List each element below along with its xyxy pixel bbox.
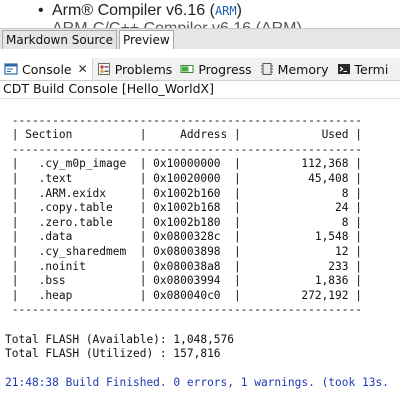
console-output[interactable]: ----------------------------------------… <box>0 99 400 406</box>
table-header: | Section | Address | Used | <box>5 128 362 142</box>
panel-divider <box>0 49 400 58</box>
table-row: | .copy.table | 0x1002b168 | 24 | <box>5 201 362 215</box>
problems-icon <box>97 62 111 76</box>
compiler-text-end: ) <box>236 2 242 19</box>
markdown-preview-area: • Arm® Compiler v6.16 (ARM) ARM-C/C++ Com… <box>0 0 400 28</box>
tab-memory-label: Memory <box>277 61 329 77</box>
flash-available-line: Total FLASH (Available): 1,048,576 <box>5 332 235 346</box>
close-icon[interactable]: ✕ <box>78 62 88 76</box>
flash-utilized-line: Total FLASH (Utilized) : 157,816 <box>5 347 221 361</box>
progress-icon <box>180 62 194 76</box>
partial-list-text: ARM-C/C++ Compiler v6.16 (ARM) <box>52 20 302 28</box>
tab-markdown-source[interactable]: Markdown Source <box>2 30 117 49</box>
table-row: | .cy_sharedmem | 0x08003898 | 12 | <box>5 244 362 258</box>
table-row: | .text | 0x10020000 | 45,408 | <box>5 171 362 185</box>
table-row: | .noinit | 0x080038a8 | 233 | <box>5 259 362 273</box>
tab-console-label: Console <box>22 61 72 77</box>
tab-problems-label: Problems <box>114 61 173 77</box>
table-row: | .cy_m0p_image | 0x10000000 | 112,368 | <box>5 157 362 171</box>
build-finished-line: 21:48:38 Build Finished. 0 errors, 1 war… <box>5 376 389 390</box>
table-separator: ----------------------------------------… <box>5 113 362 127</box>
bullet: • <box>38 2 44 19</box>
table-separator: ----------------------------------------… <box>5 142 362 156</box>
table-row: | .bss | 0x08003994 | 1,836 | <box>5 274 362 288</box>
compiler-list-item: • Arm® Compiler v6.16 (ARM) <box>38 2 242 20</box>
tab-terminal-label: Termi <box>354 61 389 77</box>
table-row: | .heap | 0x080040c0 | 272,192 | <box>5 288 362 302</box>
view-tab-bar: Console ✕ Problems Progress Memory Termi <box>0 58 400 81</box>
memory-icon <box>260 62 274 76</box>
tab-terminal[interactable]: Termi <box>333 58 393 80</box>
terminal-icon <box>337 62 351 76</box>
tab-problems[interactable]: Problems <box>93 58 177 80</box>
arm-link[interactable]: ARM <box>215 4 237 18</box>
tab-progress[interactable]: Progress <box>176 58 255 80</box>
table-separator: ----------------------------------------… <box>5 303 362 317</box>
partial-list-item: ARM-C/C++ Compiler v6.16 (ARM) <box>52 20 352 28</box>
tab-progress-label: Progress <box>198 61 252 77</box>
tab-console[interactable]: Console ✕ <box>0 58 93 80</box>
table-row: | .data | 0x0800328c | 1,548 | <box>5 230 362 244</box>
editor-tab-bar: Markdown Source Preview <box>0 28 400 50</box>
compiler-text: Arm® Compiler v6.16 ( <box>52 2 215 19</box>
console-title: CDT Build Console [Hello_WorldX] <box>0 80 400 99</box>
table-row: | .ARM.exidx | 0x1002b160 | 8 | <box>5 186 362 200</box>
console-icon <box>4 62 18 76</box>
table-row: | .zero.table | 0x1002b180 | 8 | <box>5 215 362 229</box>
tab-memory[interactable]: Memory <box>256 58 333 80</box>
tab-preview[interactable]: Preview <box>119 30 174 49</box>
